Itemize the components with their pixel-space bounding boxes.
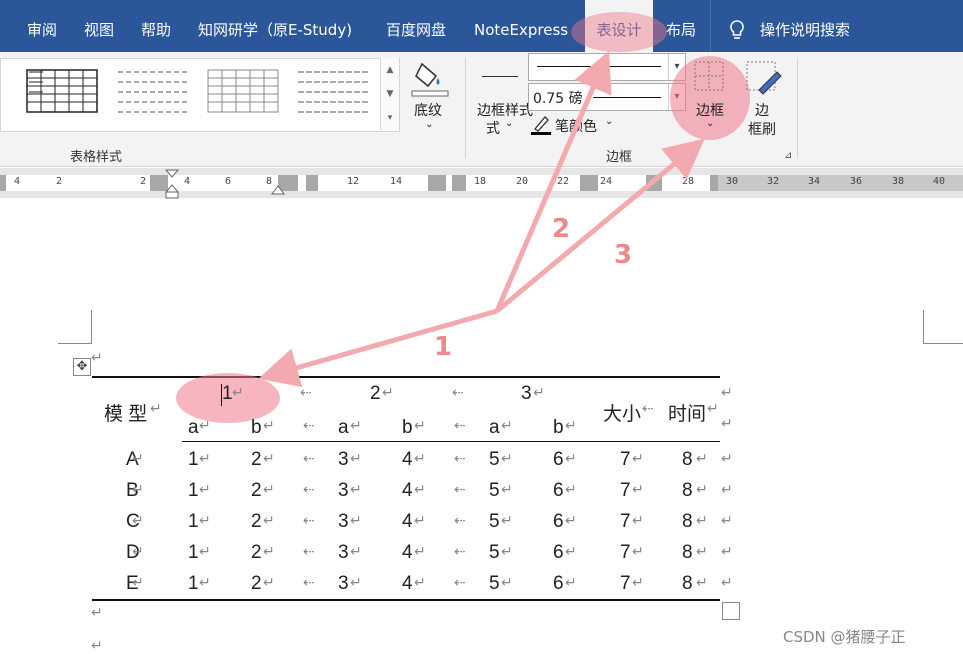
- annotation-number-3: 3: [614, 240, 633, 270]
- annotation-number-2: 2: [552, 214, 571, 244]
- watermark-text: CSDN @猪腰子正: [783, 628, 906, 646]
- annotation-arrows: [258, 50, 705, 388]
- annotation-number-1: 1: [434, 332, 453, 362]
